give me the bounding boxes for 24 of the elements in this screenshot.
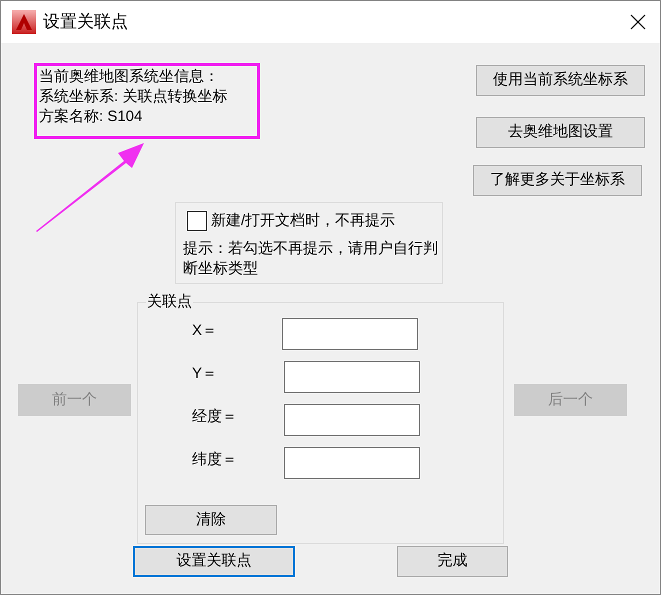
field-label: Y＝ xyxy=(192,364,218,384)
action-button[interactable]: 了解更多关于坐标系 xyxy=(473,165,642,196)
input-field[interactable] xyxy=(282,318,418,350)
action-button[interactable]: 去奥维地图设置 xyxy=(476,117,645,148)
app-icon xyxy=(12,10,36,34)
checkbox[interactable] xyxy=(187,211,207,232)
field-label: 经度＝ xyxy=(192,407,238,427)
field-label: 纬度＝ xyxy=(192,450,238,470)
hint-text: 提示：若勾选不再提示，请用户自行判断坐标类型 xyxy=(183,238,439,278)
dialog-button[interactable]: 完成 xyxy=(397,546,508,577)
input-field[interactable] xyxy=(284,447,420,479)
info-line: 当前奥维地图系统坐信息： xyxy=(39,67,220,87)
info-line: 方案名称: S104 xyxy=(39,107,144,127)
dialog-button[interactable]: 设置关联点 xyxy=(133,546,295,577)
input-field[interactable] xyxy=(284,404,420,436)
checkbox-label[interactable]: 新建/打开文档时，不再提示 xyxy=(211,210,396,232)
action-button[interactable]: 使用当前系统坐标系 xyxy=(476,65,645,96)
close-icon[interactable] xyxy=(630,14,646,30)
clear-button[interactable]: 清除 xyxy=(145,505,277,535)
window-title: 设置关联点 xyxy=(43,11,128,34)
field-label: X＝ xyxy=(192,321,218,341)
info-line: 系统坐标系: 关联点转换坐标 xyxy=(39,87,228,107)
group-label: 关联点 xyxy=(146,294,193,310)
input-field[interactable] xyxy=(284,361,420,393)
